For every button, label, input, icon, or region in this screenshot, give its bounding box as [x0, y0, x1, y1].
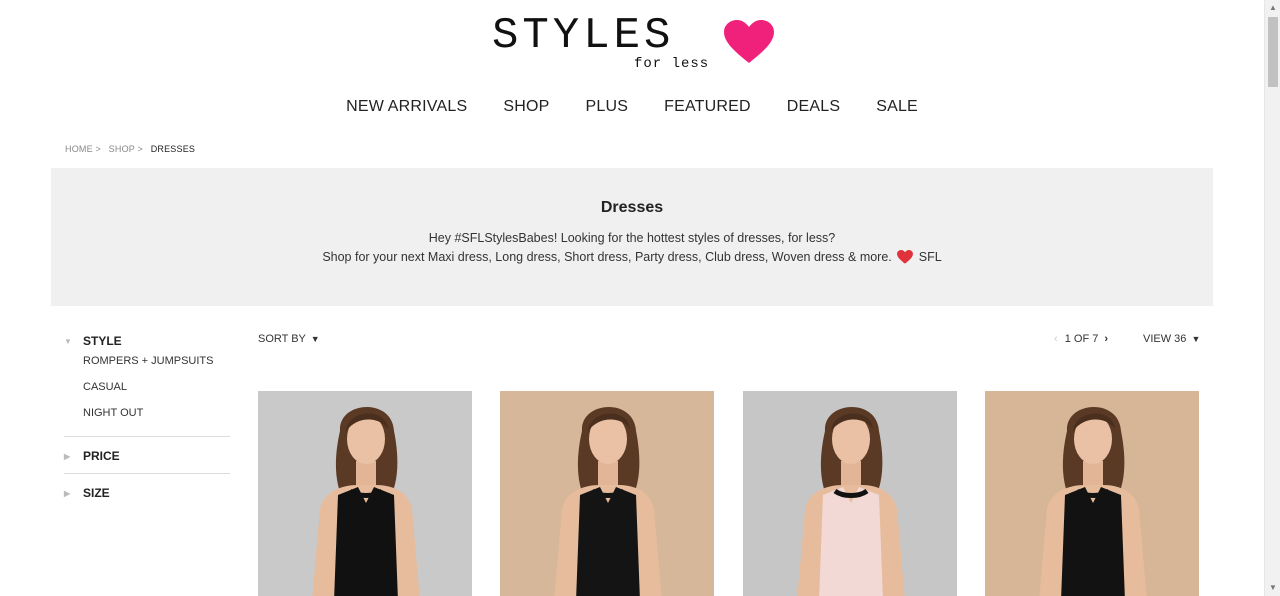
page-title: Dresses: [600, 199, 664, 216]
view-count-label: VIEW 36: [1143, 333, 1187, 345]
filter-style: ▼ STYLE ROMPERS + JUMPSUITS CASUAL NIGHT…: [64, 332, 230, 436]
page-indicator: 1 OF 7: [1064, 333, 1099, 345]
product-image-1[interactable]: [258, 391, 472, 596]
filter-sidebar: ▼ STYLE ROMPERS + JUMPSUITS CASUAL NIGHT…: [64, 332, 230, 510]
triangle-down-icon: ▼: [64, 336, 72, 346]
nav-shop[interactable]: SHOP: [503, 98, 549, 116]
nav-deals[interactable]: DEALS: [787, 98, 840, 116]
scroll-thumb[interactable]: [1268, 17, 1278, 87]
nav-sale[interactable]: SALE: [876, 98, 918, 116]
product-card-3[interactable]: [743, 391, 957, 596]
filter-style-toggle[interactable]: ▼ STYLE: [64, 332, 230, 350]
sort-by-label: SORT BY: [258, 333, 306, 345]
filter-price: ▶ PRICE: [64, 437, 230, 473]
hero-signoff: SFL: [918, 250, 942, 264]
view-count-dropdown[interactable]: VIEW 36 ▼: [1143, 333, 1200, 345]
next-page-button[interactable]: ›: [1104, 333, 1108, 345]
caret-down-icon: ▼: [1191, 334, 1201, 344]
caret-down-icon: ▼: [310, 334, 320, 344]
page-scrollbar[interactable]: ▲ ▼: [1264, 0, 1280, 596]
breadcrumb-shop[interactable]: SHOP >: [109, 144, 143, 154]
scroll-down-arrow-icon[interactable]: ▼: [1265, 580, 1280, 596]
nav-new-arrivals[interactable]: NEW ARRIVALS: [346, 98, 467, 116]
pagination: ‹ 1 OF 7 ›: [1054, 333, 1108, 345]
nav-featured[interactable]: FEATURED: [664, 98, 751, 116]
scroll-up-arrow-icon[interactable]: ▲: [1265, 0, 1280, 16]
product-card-4[interactable]: [985, 391, 1199, 596]
main-nav: NEW ARRIVALS SHOP PLUS FEATURED DEALS SA…: [0, 98, 1264, 116]
filter-option-casual[interactable]: CASUAL: [83, 376, 230, 402]
heart-icon: [724, 20, 774, 63]
hero-description-text: Shop for your next Maxi dress, Long dres…: [322, 250, 892, 264]
filter-style-label: STYLE: [83, 334, 122, 348]
product-card-1[interactable]: [258, 391, 472, 596]
product-card-2[interactable]: [500, 391, 714, 596]
breadcrumb-home[interactable]: HOME >: [65, 144, 101, 154]
site-logo[interactable]: STYLES for less: [490, 12, 790, 72]
product-image-2[interactable]: [500, 391, 714, 596]
triangle-right-icon: ▶: [64, 488, 71, 498]
sort-by-dropdown[interactable]: SORT BY ▼: [258, 333, 320, 345]
filter-option-night-out[interactable]: NIGHT OUT: [83, 402, 230, 428]
triangle-right-icon: ▶: [64, 451, 71, 461]
filter-price-toggle[interactable]: ▶ PRICE: [64, 447, 230, 465]
breadcrumb-current: DRESSES: [150, 144, 196, 154]
filter-style-options: ROMPERS + JUMPSUITS CASUAL NIGHT OUT: [64, 350, 230, 428]
product-image-4[interactable]: [985, 391, 1199, 596]
product-grid: [258, 391, 1200, 596]
hero-description-line2: Shop for your next Maxi dress, Long dres…: [51, 248, 1213, 267]
heart-emoji-icon: [897, 250, 914, 264]
filter-size: ▶ SIZE: [64, 474, 230, 510]
nav-plus[interactable]: PLUS: [585, 98, 628, 116]
category-hero: Dresses Hey #SFLStylesBabes! Looking for…: [51, 168, 1213, 306]
filter-size-toggle[interactable]: ▶ SIZE: [64, 484, 230, 502]
filter-option-rompers-jumpsuits[interactable]: ROMPERS + JUMPSUITS: [83, 350, 230, 376]
breadcrumb: HOME > SHOP > DRESSES: [65, 144, 200, 154]
logo-wordmark: STYLES: [492, 11, 675, 61]
logo-tagline: for less: [634, 56, 710, 72]
hero-description-line1: Hey #SFLStylesBabes! Looking for the hot…: [428, 231, 836, 245]
filter-price-label: PRICE: [83, 449, 120, 463]
prev-page-button[interactable]: ‹: [1054, 333, 1058, 345]
filter-size-label: SIZE: [83, 486, 110, 500]
product-image-3[interactable]: [743, 391, 957, 596]
